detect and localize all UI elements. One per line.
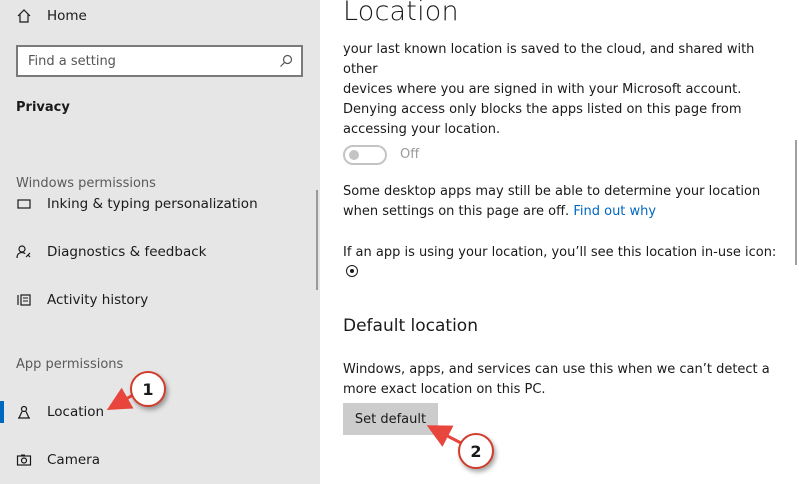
sidebar-item-label: Activity history	[47, 292, 149, 308]
sidebar-item-label: Inking & typing personalization	[47, 196, 258, 212]
note-line: when settings on this page are off.	[343, 204, 570, 219]
description-line: Windows, apps, and services can use this…	[343, 362, 770, 377]
home-icon	[16, 8, 32, 24]
location-description: your last known location is saved to the…	[343, 40, 783, 140]
sidebar-item-label: Home	[47, 8, 87, 24]
desktop-apps-note: Some desktop apps may still be able to d…	[343, 182, 783, 222]
sidebar-scrollbar[interactable]	[316, 190, 318, 290]
default-location-heading: Default location	[343, 316, 478, 336]
description-line: Denying access only blocks the apps list…	[343, 102, 742, 117]
main-scrollbar[interactable]	[795, 140, 797, 265]
toggle-state-label: Off	[400, 147, 420, 162]
sidebar-item-home[interactable]: Home	[0, 0, 320, 36]
section-title: Privacy	[16, 100, 70, 115]
description-line: accessing your location.	[343, 122, 501, 137]
camera-icon	[16, 452, 32, 468]
note-line: Some desktop apps may still be able to d…	[343, 184, 761, 199]
description-line: devices where you are signed in with you…	[343, 82, 742, 97]
toggle-knob	[349, 150, 359, 160]
search-input[interactable]	[28, 53, 268, 69]
find-out-why-link[interactable]: Find out why	[573, 204, 656, 219]
page-title: Location	[343, 0, 459, 27]
sidebar-item-label: Diagnostics & feedback	[47, 244, 207, 260]
sidebar-item-activity-history[interactable]: Activity history	[0, 280, 320, 320]
sidebar-item-label: Camera	[47, 452, 100, 468]
sidebar-item-camera[interactable]: Camera	[0, 440, 320, 480]
description-line: more exact location on this PC.	[343, 382, 546, 397]
inking-icon	[16, 198, 32, 212]
location-in-use-icon	[346, 265, 358, 277]
sidebar: Home Privacy Windows permissions Inking …	[0, 0, 320, 484]
in-use-text: If an app is using your location, you’ll…	[343, 245, 777, 260]
description-line: your last known location is saved to the…	[343, 42, 755, 77]
sidebar-item-diagnostics[interactable]: Diagnostics & feedback	[0, 232, 320, 272]
location-toggle[interactable]	[343, 145, 387, 165]
group-label-windows-permissions: Windows permissions	[16, 176, 156, 191]
search-field[interactable]	[16, 45, 303, 77]
default-location-description: Windows, apps, and services can use this…	[343, 360, 783, 400]
group-label-app-permissions: App permissions	[16, 357, 124, 372]
in-use-note: If an app is using your location, you’ll…	[343, 243, 783, 283]
set-default-button[interactable]: Set default	[343, 403, 438, 435]
search-icon[interactable]	[279, 54, 293, 68]
activity-history-icon	[16, 292, 32, 308]
location-icon	[16, 404, 32, 420]
main-content: Location your last known location is sav…	[320, 0, 799, 484]
sidebar-item-label: Location	[47, 404, 105, 420]
annotation-badge-1: 1	[130, 371, 166, 407]
annotation-badge-2: 2	[458, 433, 494, 469]
feedback-icon	[16, 244, 32, 260]
